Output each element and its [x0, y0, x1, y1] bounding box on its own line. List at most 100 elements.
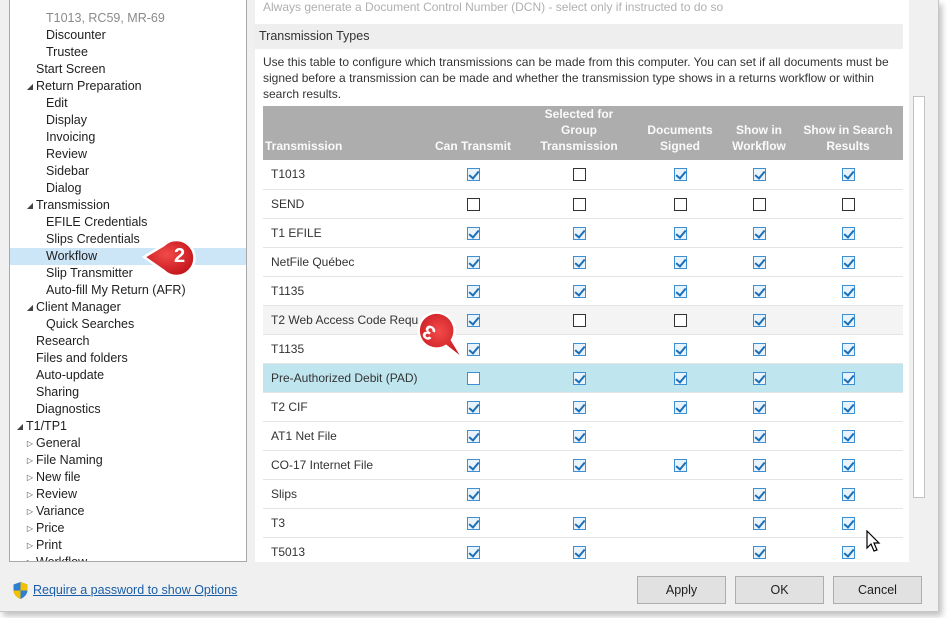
- tree-item[interactable]: Start Screen: [10, 61, 246, 78]
- cancel-button[interactable]: Cancel: [833, 576, 922, 604]
- checkbox[interactable]: [752, 487, 766, 501]
- checkbox[interactable]: [752, 371, 766, 385]
- tree-item[interactable]: Display: [10, 112, 246, 129]
- checkbox[interactable]: [673, 342, 687, 356]
- checkbox[interactable]: [572, 545, 586, 559]
- checkbox[interactable]: [841, 429, 855, 443]
- checkbox[interactable]: [572, 168, 586, 182]
- table-row[interactable]: Slips: [263, 479, 903, 509]
- column-header[interactable]: Transmission: [263, 106, 423, 160]
- column-header[interactable]: Selected for Group Transmission: [523, 106, 635, 160]
- checkbox[interactable]: [572, 516, 586, 530]
- checkbox[interactable]: [752, 197, 766, 211]
- table-row[interactable]: T1135: [263, 334, 903, 364]
- collapsed-arrow-icon[interactable]: ▷: [25, 537, 35, 554]
- tree-item[interactable]: Invoicing: [10, 129, 246, 146]
- tree-item[interactable]: Dialog: [10, 180, 246, 197]
- checkbox[interactable]: [673, 197, 687, 211]
- checkbox[interactable]: [752, 545, 766, 559]
- checkbox[interactable]: [572, 284, 586, 298]
- column-header[interactable]: Show in Workflow: [725, 106, 793, 160]
- checkbox[interactable]: [841, 226, 855, 240]
- expanded-arrow-icon[interactable]: ◢: [25, 78, 35, 95]
- vertical-scrollbar[interactable]: [909, 0, 930, 562]
- collapsed-arrow-icon[interactable]: ▷: [25, 452, 35, 469]
- checkbox[interactable]: [841, 197, 855, 211]
- checkbox[interactable]: [841, 168, 855, 182]
- table-row[interactable]: T2 CIF: [263, 392, 903, 422]
- tree-item[interactable]: Discounter: [10, 27, 246, 44]
- collapsed-arrow-icon[interactable]: ▷: [25, 486, 35, 503]
- checkbox[interactable]: [572, 255, 586, 269]
- checkbox[interactable]: [466, 458, 480, 472]
- checkbox[interactable]: [841, 284, 855, 298]
- checkbox[interactable]: [466, 284, 480, 298]
- tree-item[interactable]: ◢ Return Preparation: [10, 78, 246, 95]
- checkbox[interactable]: [466, 226, 480, 240]
- checkbox[interactable]: [673, 226, 687, 240]
- collapsed-arrow-icon[interactable]: ▷: [25, 435, 35, 452]
- checkbox[interactable]: [752, 226, 766, 240]
- tree-item[interactable]: Sidebar: [10, 163, 246, 180]
- checkbox[interactable]: [572, 458, 586, 472]
- checkbox[interactable]: [572, 400, 586, 414]
- checkbox[interactable]: [752, 284, 766, 298]
- tree-item[interactable]: Auto-fill My Return (AFR): [10, 282, 246, 299]
- checkbox[interactable]: [466, 400, 480, 414]
- checkbox[interactable]: [466, 429, 480, 443]
- tree-item[interactable]: T1013, RC59, MR-69: [10, 10, 246, 27]
- checkbox[interactable]: [752, 516, 766, 530]
- checkbox[interactable]: [841, 516, 855, 530]
- checkbox[interactable]: [841, 255, 855, 269]
- tree-item[interactable]: Trustee: [10, 44, 246, 61]
- expanded-arrow-icon[interactable]: ◢: [25, 299, 35, 316]
- table-row[interactable]: NetFile Québec: [263, 247, 903, 277]
- checkbox[interactable]: [752, 313, 766, 327]
- tree-item[interactable]: Sharing: [10, 384, 246, 401]
- table-row[interactable]: T3: [263, 508, 903, 538]
- checkbox[interactable]: [572, 197, 586, 211]
- tree-item[interactable]: ▷ New file: [10, 469, 246, 486]
- table-row[interactable]: Pre-Authorized Debit (PAD): [263, 363, 903, 393]
- checkbox[interactable]: [466, 487, 480, 501]
- collapsed-arrow-icon[interactable]: ▷: [25, 469, 35, 486]
- tree-item[interactable]: Quick Searches: [10, 316, 246, 333]
- checkbox[interactable]: [841, 458, 855, 472]
- column-header[interactable]: Documents Signed: [635, 106, 725, 160]
- checkbox[interactable]: [673, 400, 687, 414]
- tree-item[interactable]: Edit: [10, 95, 246, 112]
- expanded-arrow-icon[interactable]: ◢: [25, 197, 35, 214]
- checkbox[interactable]: [752, 458, 766, 472]
- checkbox[interactable]: [673, 458, 687, 472]
- checkbox[interactable]: [752, 168, 766, 182]
- tree-item[interactable]: ▷ File Naming: [10, 452, 246, 469]
- checkbox[interactable]: [841, 545, 855, 559]
- tree-item[interactable]: EFILE Credentials: [10, 214, 246, 231]
- checkbox[interactable]: [673, 255, 687, 269]
- tree-item[interactable]: ▷Workflow: [10, 554, 246, 561]
- checkbox[interactable]: [572, 313, 586, 327]
- tree-item[interactable]: ◢ Client Manager: [10, 299, 246, 316]
- tree-item[interactable]: ▷ Print: [10, 537, 246, 554]
- checkbox[interactable]: [466, 255, 480, 269]
- tree-item[interactable]: ▷ Review: [10, 486, 246, 503]
- collapsed-arrow-icon[interactable]: ▷: [25, 554, 35, 561]
- checkbox[interactable]: [673, 371, 687, 385]
- ok-button[interactable]: OK: [735, 576, 824, 604]
- table-row[interactable]: T1013: [263, 160, 903, 190]
- expanded-arrow-icon[interactable]: ◢: [15, 418, 25, 435]
- checkbox[interactable]: [752, 400, 766, 414]
- checkbox[interactable]: [673, 313, 687, 327]
- checkbox[interactable]: [572, 429, 586, 443]
- checkbox[interactable]: [841, 342, 855, 356]
- scrollbar-thumb[interactable]: [913, 96, 925, 498]
- table-row[interactable]: CO-17 Internet File: [263, 450, 903, 480]
- table-row[interactable]: T2 Web Access Code Requ...: [263, 305, 903, 335]
- table-row[interactable]: T1 EFILE: [263, 218, 903, 248]
- apply-button[interactable]: Apply: [637, 576, 726, 604]
- column-header[interactable]: Show in Search Results: [793, 106, 903, 160]
- tree-item[interactable]: ◢ T1/TP1: [10, 418, 246, 435]
- checkbox[interactable]: [841, 400, 855, 414]
- tree-item[interactable]: ▷ Price: [10, 520, 246, 537]
- table-row[interactable]: T1135: [263, 276, 903, 306]
